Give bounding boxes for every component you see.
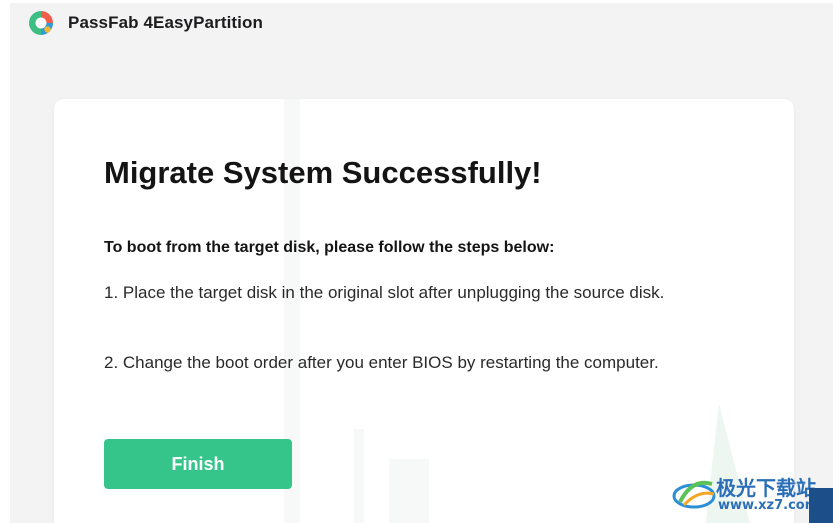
watermark-url: www.xz7.com: [718, 498, 819, 513]
watermark-text: 极光下载站: [716, 476, 816, 500]
app-title: PassFab 4EasyPartition: [68, 13, 263, 32]
step-2-text: 2. Change the boot order after you enter…: [104, 353, 659, 372]
passfab-logo-icon: [26, 8, 56, 38]
steps-heading: To boot from the target disk, please fol…: [104, 239, 555, 256]
app-window: PassFab 4EasyPartition Migrate System Su…: [10, 3, 833, 523]
step-1-text: 1. Place the target disk in the original…: [104, 283, 665, 302]
success-dialog: Migrate System Successfully! To boot fro…: [54, 99, 794, 523]
aurora-logo-icon: [672, 472, 718, 512]
title-bar: PassFab 4EasyPartition: [10, 3, 833, 45]
site-watermark: 极光下载站 www.xz7.com: [670, 470, 830, 520]
dialog-title: Migrate System Successfully!: [104, 155, 542, 190]
desktop-edge: [809, 488, 833, 523]
finish-button[interactable]: Finish: [104, 439, 292, 489]
